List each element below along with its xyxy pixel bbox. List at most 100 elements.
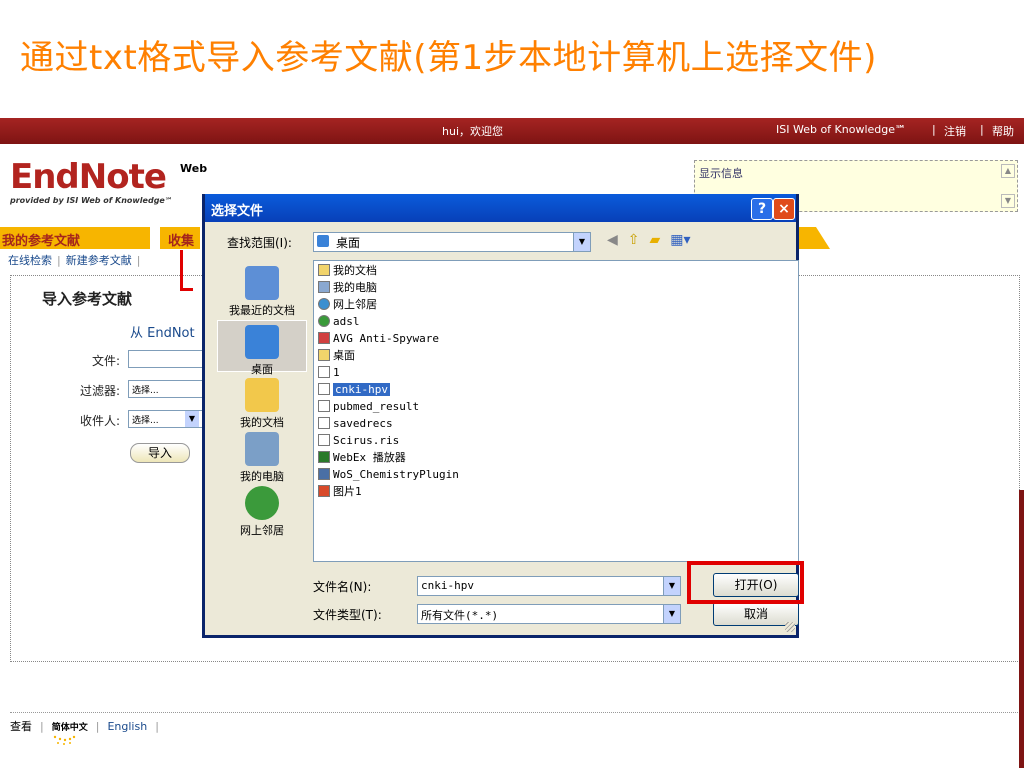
computer-icon — [318, 281, 330, 293]
separator: | — [932, 123, 936, 136]
my-documents-folder-icon — [245, 378, 279, 412]
import-button[interactable]: 导入 — [130, 443, 190, 463]
place-my-computer[interactable]: 我的电脑 — [217, 432, 307, 484]
up-folder-icon[interactable]: ⇧ — [628, 232, 640, 248]
endnote-logo: EndNote Web provided by ISI Web of Knowl… — [10, 160, 207, 205]
list-item[interactable]: 我的电脑 — [318, 280, 377, 296]
new-reference-link[interactable]: 新建参考文献 — [66, 254, 132, 267]
logout-link[interactable]: 注销 — [944, 123, 966, 139]
info-label: 显示信息 — [699, 167, 743, 180]
place-recent[interactable]: 我最近的文档 — [217, 266, 307, 318]
dialog-titlebar[interactable]: 选择文件 ? × — [205, 194, 796, 222]
recipient-value: 选择... — [132, 416, 159, 426]
my-computer-icon — [245, 432, 279, 466]
file-name: 网上邻居 — [333, 298, 377, 311]
text-file-icon — [318, 400, 330, 412]
logo-subtitle: provided by ISI Web of Knowledge℠ — [10, 196, 174, 205]
list-item[interactable]: savedrecs — [318, 416, 393, 432]
highlight-mark — [180, 250, 193, 291]
file-label: 文件: — [91, 354, 120, 368]
list-item[interactable]: AVG Anti-Spyware — [318, 331, 439, 347]
separator: | — [57, 254, 61, 267]
lang-zh-link[interactable]: 简体中文 — [52, 723, 88, 733]
help-link[interactable]: 帮助 — [992, 123, 1014, 139]
desktop-icon — [245, 325, 279, 359]
greeting-text: hui，欢迎您 — [442, 125, 503, 138]
sub-navigation: 在线检索 | 新建参考文献 | — [8, 252, 145, 268]
network-icon — [318, 298, 330, 310]
list-item[interactable]: pubmed_result — [318, 399, 419, 415]
list-item[interactable]: 我的文档 — [318, 263, 377, 279]
separator: | — [155, 720, 159, 733]
file-name: 我的电脑 — [333, 281, 377, 294]
recipient-label: 收件人: — [79, 414, 120, 428]
filename-label: 文件名(N): — [313, 580, 372, 594]
place-desktop[interactable]: 桌面 — [217, 320, 307, 376]
lang-en-link[interactable]: English — [107, 720, 147, 733]
view-menu-icon[interactable]: ▦▾ — [670, 232, 690, 248]
list-item[interactable]: 桌面 — [318, 348, 355, 364]
right-edge-bar — [1019, 490, 1024, 768]
filetype-select[interactable]: 所有文件(*.*) ▼ — [417, 604, 681, 624]
tab-my-references[interactable]: 我的参考文献 — [0, 227, 150, 249]
help-button[interactable]: ? — [751, 198, 773, 220]
place-label: 网上邻居 — [240, 524, 284, 537]
separator: | — [980, 123, 984, 136]
file-name: 桌面 — [333, 349, 355, 362]
close-button[interactable]: × — [773, 198, 795, 220]
import-from-text: 从 EndNot — [130, 326, 195, 341]
scroll-down-icon[interactable]: ▼ — [1001, 194, 1015, 208]
file-name: Scirus.ris — [333, 434, 400, 447]
list-item[interactable]: Scirus.ris — [318, 433, 399, 449]
recipient-select[interactable]: 选择... ▼ — [128, 410, 204, 428]
filename-input[interactable]: cnki-hpv ▼ — [417, 576, 681, 596]
place-label: 我的文档 — [240, 416, 284, 429]
image-file-icon — [318, 485, 330, 497]
file-input[interactable] — [128, 350, 204, 368]
list-item[interactable]: WoS_ChemistryPlugin — [318, 467, 459, 483]
online-search-link[interactable]: 在线检索 — [8, 254, 52, 267]
list-item[interactable]: 网上邻居 — [318, 297, 377, 313]
tab-collect[interactable]: 收集 — [160, 227, 200, 249]
new-folder-icon[interactable]: ▰ — [650, 232, 661, 248]
tab-my-references-label: 我的参考文献 — [2, 234, 81, 249]
file-list[interactable]: 我的文档 我的电脑 网上邻居 adsl AVG Anti-Spyware 桌面 … — [313, 260, 799, 562]
shortcut-icon — [318, 468, 330, 480]
network-places-icon — [245, 486, 279, 520]
look-in-value: 桌面 — [336, 236, 361, 250]
file-name: AVG Anti-Spyware — [333, 332, 439, 345]
file-name: WoS_ChemistryPlugin — [333, 468, 459, 481]
isi-link[interactable]: ISI Web of Knowledge℠ — [776, 123, 906, 136]
place-network[interactable]: 网上邻居 — [217, 486, 307, 538]
dialog-toolbar: ◀ ⇧ ▰ ▦▾ — [607, 232, 701, 248]
file-name: pubmed_result — [333, 400, 420, 413]
back-icon[interactable]: ◀ — [607, 232, 618, 248]
chevron-down-icon[interactable]: ▼ — [663, 577, 680, 595]
list-item[interactable]: adsl — [318, 314, 360, 330]
filter-label: 过滤器: — [79, 384, 120, 398]
place-label: 我最近的文档 — [229, 304, 295, 317]
list-item[interactable]: 1 — [318, 365, 340, 381]
filetype-value: 所有文件(*.*) — [421, 609, 499, 622]
file-name: adsl — [333, 315, 360, 328]
chevron-down-icon[interactable]: ▼ — [663, 605, 680, 623]
look-in-select[interactable]: 桌面 ▼ — [313, 232, 591, 252]
webex-icon — [318, 451, 330, 463]
place-my-documents[interactable]: 我的文档 — [217, 378, 307, 430]
folder-icon — [318, 264, 330, 276]
chevron-down-icon[interactable]: ▼ — [573, 233, 590, 251]
resize-grip[interactable] — [785, 622, 795, 632]
top-bar: hui，欢迎您 ISI Web of Knowledge℠ | 注销 | 帮助 — [0, 118, 1024, 144]
view-label: 查看 — [10, 720, 32, 733]
file-icon — [318, 434, 330, 446]
text-file-icon — [318, 383, 330, 395]
list-item[interactable]: WebEx 播放器 — [318, 450, 406, 466]
shortcut-icon — [318, 332, 330, 344]
list-item-selected[interactable]: cnki-hpv — [318, 382, 390, 398]
scroll-up-icon[interactable]: ▲ — [1001, 164, 1015, 178]
file-name: 1 — [333, 366, 340, 379]
filename-value: cnki-hpv — [421, 579, 474, 592]
list-item[interactable]: 图片1 — [318, 484, 362, 500]
filter-select[interactable]: 选择... — [128, 380, 204, 398]
desktop-icon — [317, 235, 329, 247]
